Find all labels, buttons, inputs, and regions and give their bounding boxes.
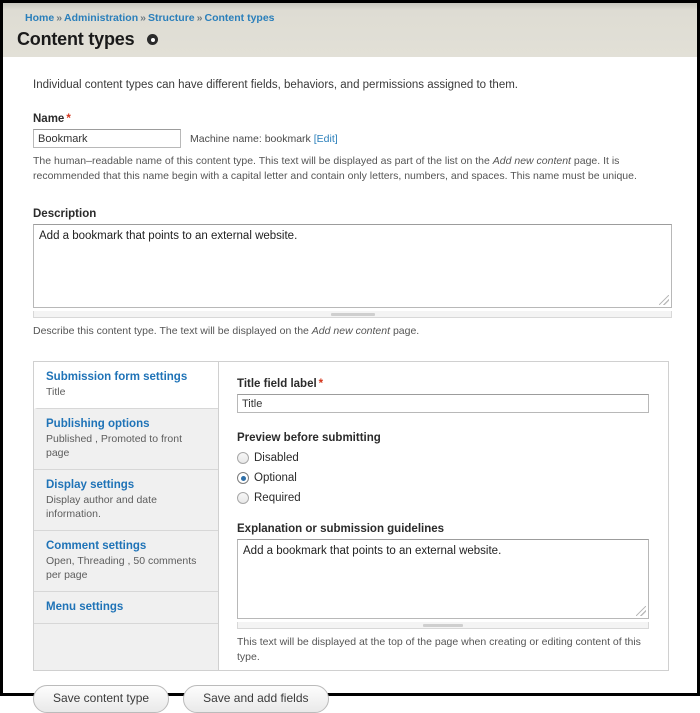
name-field-label: Name * bbox=[33, 113, 71, 125]
description-field-group: Description Add a bookmark that points t… bbox=[33, 208, 672, 339]
vertical-tab-title: Display settings bbox=[46, 479, 135, 491]
explanation-textarea[interactable]: Add a bookmark that points to an externa… bbox=[237, 539, 649, 619]
name-field-help: The human–readable name of this content … bbox=[33, 155, 637, 182]
description-field-help: Describe this content type. The text wil… bbox=[33, 325, 420, 337]
explanation-field-help: This text will be displayed at the top o… bbox=[237, 636, 641, 663]
breadcrumb-separator: » bbox=[56, 12, 63, 24]
description-textarea[interactable]: Add a bookmark that points to an externa… bbox=[33, 224, 672, 308]
intro-text: Individual content types can have differ… bbox=[33, 79, 518, 91]
breadcrumb-item-home[interactable]: Home bbox=[25, 12, 54, 24]
name-field-row: Machine name: bookmark [Edit] bbox=[33, 129, 669, 148]
page-header: Home» Administration» Structure» Content ty… bbox=[3, 3, 697, 57]
vertical-tab-submission-form-settings[interactable]: Submission form settings Title bbox=[34, 362, 218, 409]
vertical-tab-summary: Title bbox=[46, 386, 66, 398]
description-field-label: Description bbox=[33, 208, 97, 220]
title-field-label: Title field label * bbox=[237, 378, 324, 390]
breadcrumb: Home» Administration» Structure» Content ty… bbox=[3, 11, 697, 28]
preview-radio-group: Preview before submitting Disabled Optio… bbox=[237, 432, 650, 504]
textarea-drag-handle[interactable] bbox=[33, 311, 672, 318]
vertical-tab-title: Submission form settings bbox=[46, 371, 188, 383]
save-and-add-fields-button[interactable]: Save and add fields bbox=[183, 685, 329, 713]
explanation-field-group: Explanation or submission guidelines Add… bbox=[237, 523, 650, 665]
vertical-tab-summary: Display author and date information. bbox=[46, 494, 157, 520]
name-input[interactable] bbox=[33, 129, 181, 148]
radio-option-disabled[interactable]: Disabled bbox=[237, 452, 650, 464]
vertical-tab-comment-settings[interactable]: Comment settings Open, Threading , 50 co… bbox=[34, 531, 218, 592]
vertical-tab-publishing-options[interactable]: Publishing options Published , Promoted … bbox=[34, 409, 218, 470]
explanation-field-label: Explanation or submission guidelines bbox=[237, 523, 445, 535]
radio-option-required[interactable]: Required bbox=[237, 492, 650, 504]
vertical-tab-title: Menu settings bbox=[46, 601, 124, 613]
radio-icon[interactable] bbox=[237, 452, 249, 464]
machine-name-display: Machine name: bookmark [Edit] bbox=[190, 132, 338, 145]
radio-label: Optional bbox=[254, 472, 297, 484]
radio-label: Disabled bbox=[254, 452, 299, 464]
vertical-tab-summary: Published , Promoted to front page bbox=[46, 433, 182, 459]
required-marker: * bbox=[66, 113, 71, 125]
page-title: Content types bbox=[17, 29, 135, 49]
radio-option-optional[interactable]: Optional bbox=[237, 472, 650, 484]
breadcrumb-item-administration[interactable]: Administration bbox=[64, 12, 138, 24]
vertical-tabs-nav: Submission form settings Title Publishin… bbox=[34, 362, 219, 670]
machine-name-edit-link[interactable]: [Edit] bbox=[314, 133, 338, 145]
explanation-drag-handle[interactable] bbox=[237, 622, 649, 629]
vertical-tab-title: Publishing options bbox=[46, 418, 150, 430]
form-actions: Save content type Save and add fields bbox=[3, 671, 697, 713]
required-marker: * bbox=[318, 378, 324, 390]
breadcrumb-item-structure[interactable]: Structure bbox=[148, 12, 195, 24]
breadcrumb-separator: » bbox=[196, 12, 203, 24]
breadcrumb-item-content-types[interactable]: Content types bbox=[205, 12, 275, 24]
vertical-tabs-fieldset: Submission form settings Title Publishin… bbox=[33, 361, 669, 671]
title-field-input[interactable] bbox=[237, 394, 649, 413]
vertical-tab-summary: Open, Threading , 50 comments per page bbox=[46, 555, 197, 581]
breadcrumb-separator: » bbox=[140, 12, 146, 24]
save-content-type-button[interactable]: Save content type bbox=[33, 685, 170, 713]
vertical-tab-display-settings[interactable]: Display settings Display author and date… bbox=[34, 470, 218, 531]
vertical-tabs-pane: Title field label* Preview before submit… bbox=[219, 362, 668, 670]
page-title-row: Content types bbox=[3, 28, 697, 50]
explanation-textarea-wrap: Add a bookmark that points to an externa… bbox=[237, 539, 649, 619]
radio-icon-selected[interactable] bbox=[237, 472, 249, 484]
page-content: Individual content types can have differ… bbox=[3, 57, 697, 671]
radio-icon[interactable] bbox=[237, 492, 249, 504]
preview-group-label: Preview before submitting bbox=[237, 432, 381, 444]
name-field-group: Name* Machine name: bookmark [Edit] The … bbox=[33, 113, 669, 184]
radio-label: Required bbox=[254, 492, 301, 504]
gear-icon[interactable] bbox=[147, 34, 159, 45]
app-window: Home» Administration» Structure» Content ty… bbox=[0, 0, 700, 713]
description-textarea-wrap: Add a bookmark that points to an externa… bbox=[33, 224, 672, 308]
vertical-tab-menu-settings[interactable]: Menu settings bbox=[34, 592, 218, 624]
vertical-tab-title: Comment settings bbox=[46, 540, 147, 552]
